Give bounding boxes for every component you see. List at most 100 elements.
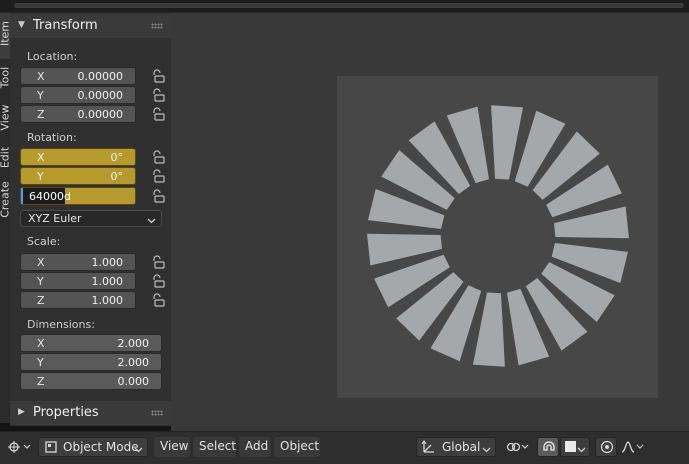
rotation-mode-select[interactable]: XYZ Euler [20, 210, 162, 227]
location-y-field[interactable]: Y 0.00000 [20, 86, 136, 104]
snap-toggle[interactable] [537, 437, 559, 457]
menu-view[interactable]: View [154, 437, 190, 457]
horizontal-scrollbar[interactable] [14, 3, 684, 8]
axis-label: Z [37, 108, 45, 121]
axis-label: Z [37, 375, 45, 388]
properties-panel-header[interactable]: ▶ Properties [10, 401, 171, 425]
location-label: Location: [27, 50, 78, 63]
radial-segments-image [367, 105, 629, 367]
field-value: 0.00000 [77, 70, 124, 83]
falloff-dropdown[interactable] [618, 437, 646, 457]
falloff-curve-icon [621, 439, 645, 458]
object-mode-icon [44, 440, 58, 457]
dimensions-y-field[interactable]: Y 2.000 [20, 353, 162, 371]
object-mode-label: Object Mode [63, 440, 139, 454]
editor-type-icon [7, 439, 31, 458]
field-value: 0° [110, 170, 124, 183]
lock-icon[interactable] [151, 150, 165, 164]
axis-label: Y [37, 356, 44, 369]
snap-icon [541, 439, 557, 458]
dimensions-z-field[interactable]: Z 0.000 [20, 372, 162, 390]
scale-x-field[interactable]: X 1.000 [20, 253, 136, 271]
lock-icon[interactable] [151, 255, 165, 269]
lock-icon[interactable] [151, 169, 165, 183]
editor-type-button[interactable] [4, 437, 32, 457]
object-mode-dropdown[interactable]: Object Mode [38, 437, 148, 457]
menu-add-label: Add [245, 439, 269, 453]
scale-y-field[interactable]: Y 1.000 [20, 272, 136, 290]
properties-panel-title: Properties [33, 405, 99, 420]
3d-viewport[interactable] [171, 13, 689, 431]
chevron-down-icon [134, 443, 143, 457]
axis-label: X [37, 256, 45, 269]
tab-create[interactable]: Create [0, 179, 12, 223]
location-z-field[interactable]: Z 0.00000 [20, 105, 136, 123]
proportional-edit-icon [599, 439, 615, 458]
radial-segment [473, 292, 505, 367]
sidebar-panel: ▼ Transform Location: X 0.00000 Y 0.00000 … [10, 13, 171, 426]
field-value: 0° [110, 151, 124, 164]
chevron-down-icon [147, 214, 156, 228]
link-icon [505, 439, 531, 458]
transform-orientation-dropdown[interactable]: Global [416, 437, 496, 457]
axis-label: Y [37, 275, 44, 288]
axis-label: X [37, 337, 45, 350]
top-scroll-strip [0, 0, 689, 13]
rotation-mode-value: XYZ Euler [28, 212, 82, 225]
transform-panel-header[interactable]: ▼ Transform [10, 14, 171, 38]
field-value: 0.00000 [77, 89, 124, 102]
axis-label: X [37, 151, 45, 164]
scale-label: Scale: [27, 235, 61, 248]
scale-z-field[interactable]: Z 1.000 [20, 291, 136, 309]
field-value: 2.000 [117, 337, 150, 350]
transform-orientation-icon [421, 439, 437, 458]
menu-object-label: Object [280, 439, 320, 453]
lock-icon[interactable] [151, 107, 165, 121]
pivot-point-dropdown[interactable] [502, 437, 532, 457]
dimensions-label: Dimensions: [27, 318, 95, 331]
lock-icon[interactable] [151, 274, 165, 288]
dimensions-x-field[interactable]: X 2.000 [20, 334, 162, 352]
proportional-edit-toggle[interactable] [595, 437, 617, 457]
viewport-header-toolbar: Object Mode View Select Add Object Globa… [0, 431, 689, 464]
axis-label: X [37, 70, 45, 83]
menu-select-label: Select [199, 439, 237, 453]
grip-icon[interactable] [151, 23, 163, 29]
orientation-label: Global [442, 440, 481, 454]
field-value: 1.000 [91, 275, 124, 288]
lock-icon[interactable] [151, 189, 165, 203]
chevron-down-icon [577, 443, 586, 457]
field-value: 1.000 [91, 256, 124, 269]
lock-icon[interactable] [151, 69, 165, 83]
menu-select[interactable]: Select [193, 437, 236, 457]
snap-element-icon [565, 441, 576, 452]
expand-triangle-icon: ▶ [18, 407, 25, 417]
text-edit-box[interactable]: 64000d [21, 188, 71, 204]
radial-segment [491, 105, 523, 180]
field-value: 0.000 [117, 375, 150, 388]
lock-icon[interactable] [151, 293, 165, 307]
field-value: 2.000 [117, 356, 150, 369]
edit-text: 64000d [29, 190, 71, 203]
rotation-label: Rotation: [27, 131, 77, 144]
chevron-down-icon [482, 443, 491, 457]
lock-icon[interactable] [151, 88, 165, 102]
transform-panel-title: Transform [33, 18, 98, 33]
menu-view-label: View [160, 439, 189, 453]
axis-label: Y [37, 170, 44, 183]
rotation-y-field[interactable]: Y 0° [20, 167, 136, 185]
axis-label: Z [37, 294, 45, 307]
field-value: 1.000 [91, 294, 124, 307]
menu-add[interactable]: Add [239, 437, 271, 457]
location-x-field[interactable]: X 0.00000 [20, 67, 136, 85]
collapse-triangle-icon: ▼ [18, 20, 25, 30]
rotation-z-field-editing[interactable]: 64000d [20, 187, 136, 205]
axis-label: Y [37, 89, 44, 102]
grip-icon[interactable] [151, 410, 163, 416]
snap-target-dropdown[interactable] [560, 437, 590, 457]
field-value: 0.00000 [77, 108, 124, 121]
sidebar-tabs: Item Tool View Edit Create [0, 13, 12, 423]
image-plane-object[interactable] [337, 76, 658, 398]
menu-object[interactable]: Object [274, 437, 320, 457]
rotation-x-field[interactable]: X 0° [20, 148, 136, 166]
